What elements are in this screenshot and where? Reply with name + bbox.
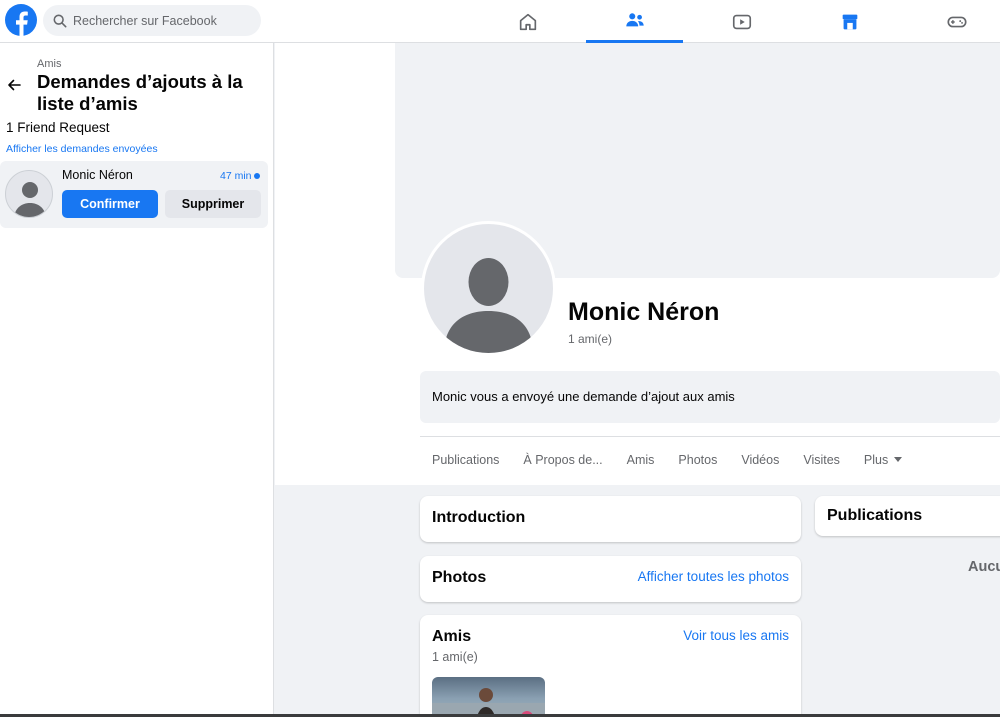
requester-name[interactable]: Monic Néron: [62, 168, 133, 182]
friend-photo-thumbnail[interactable]: [432, 677, 545, 717]
publications-card: Publications: [815, 496, 1000, 536]
nav-marketplace[interactable]: [801, 0, 898, 43]
view-sent-requests-link[interactable]: Afficher les demandes envoyées: [6, 143, 158, 155]
caret-down-icon: [894, 457, 903, 462]
top-navigation-bar: [0, 0, 1000, 43]
search-input[interactable]: [73, 13, 253, 28]
friends-title: Amis: [432, 628, 472, 645]
default-avatar-icon: [14, 182, 46, 217]
tab-about[interactable]: À Propos de...: [523, 453, 602, 467]
home-icon: [519, 13, 536, 30]
friend-request-card[interactable]: Monic Néron 47 min Confirmer Supprimer: [0, 161, 268, 228]
profile-avatar[interactable]: [421, 221, 556, 356]
gaming-icon: [946, 16, 967, 27]
nav-watch[interactable]: [693, 0, 790, 43]
photos-title: Photos: [432, 569, 487, 586]
back-arrow-icon[interactable]: [6, 77, 22, 93]
nav-friends[interactable]: [586, 0, 683, 43]
tab-more-label: Plus: [863, 453, 889, 467]
tab-visits[interactable]: Visites: [803, 453, 840, 467]
avatar[interactable]: [5, 170, 53, 218]
tab-publications[interactable]: Publications: [432, 453, 499, 467]
breadcrumb[interactable]: Amis: [37, 58, 61, 70]
introduction-card: Introduction: [420, 496, 801, 542]
search-icon: [53, 14, 67, 27]
divider: [420, 436, 1000, 437]
unread-dot: [254, 173, 260, 179]
search-bar[interactable]: [43, 5, 261, 36]
facebook-logo-icon[interactable]: [5, 4, 37, 36]
publications-title: Publications: [827, 507, 923, 524]
introduction-title: Introduction: [432, 509, 526, 526]
tab-friends[interactable]: Amis: [627, 453, 655, 467]
empty-publications-text: Aucu: [968, 559, 1000, 575]
friends-icon: [625, 13, 644, 27]
confirm-button[interactable]: Confirmer: [62, 190, 158, 218]
friend-request-banner: Monic vous a envoyé une demande d’ajout …: [420, 371, 1000, 423]
profile-name: Monic Néron: [568, 298, 720, 326]
default-avatar-icon: [444, 258, 533, 353]
request-count: 1 Friend Request: [6, 120, 110, 135]
tab-photos[interactable]: Photos: [678, 453, 717, 467]
view-all-friends-link[interactable]: Voir tous les amis: [683, 628, 789, 643]
marketplace-icon: [842, 14, 857, 29]
photos-card: Photos Afficher toutes les photos: [420, 556, 801, 602]
request-banner-text: Monic vous a envoyé une demande d’ajout …: [432, 389, 735, 404]
friend-count[interactable]: 1 ami(e): [568, 332, 612, 346]
friends-card-count: 1 ami(e): [432, 650, 478, 664]
friend-photo-image: [432, 688, 545, 717]
watch-icon: [732, 14, 751, 29]
tab-videos[interactable]: Vidéos: [741, 453, 779, 467]
friends-card: Amis Voir tous les amis 1 ami(e): [420, 615, 801, 717]
tab-more[interactable]: Plus: [863, 453, 903, 467]
delete-button[interactable]: Supprimer: [165, 190, 261, 218]
request-time: 47 min: [220, 170, 252, 182]
friend-requests-sidebar: Amis Demandes d’ajouts à la liste d’amis…: [0, 43, 274, 717]
view-all-photos-link[interactable]: Afficher toutes les photos: [638, 569, 789, 584]
nav-gaming[interactable]: [908, 0, 1000, 43]
profile-tabs: Publications À Propos de... Amis Photos …: [432, 453, 926, 467]
nav-home[interactable]: [479, 0, 576, 43]
page-title: Demandes d’ajouts à la liste d’amis: [37, 71, 243, 114]
